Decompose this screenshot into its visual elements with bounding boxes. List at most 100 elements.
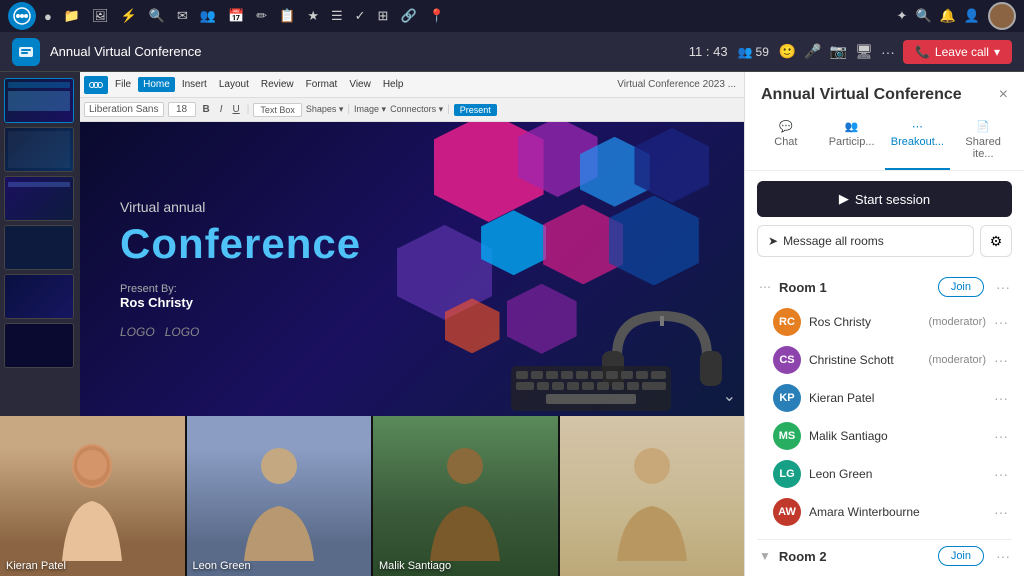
search2-icon[interactable]: 🔍: [915, 8, 931, 24]
participant-role-christine: (moderator): [929, 354, 986, 366]
participant-name-malik: Malik Santiago: [809, 429, 986, 443]
participant-ros-more[interactable]: ···: [994, 314, 1008, 330]
image-icon[interactable]: 🖼: [92, 8, 109, 24]
avatar[interactable]: [988, 2, 1016, 30]
circle-icon[interactable]: ●: [44, 9, 52, 24]
video-label-2: Leon Green: [193, 560, 251, 572]
connectors-btn[interactable]: Connectors ▾: [390, 104, 443, 115]
room-1-more-icon[interactable]: ···: [996, 279, 1010, 295]
presentation-area: File Home Insert Layout Review Format Vi…: [0, 72, 744, 416]
right-panel: Annual Virtual Conference × 💬 Chat 👥 Par…: [744, 72, 1024, 576]
slide-thumb-6[interactable]: [4, 323, 74, 368]
nextcloud-icon: [84, 76, 108, 94]
calendar-icon[interactable]: 📅: [228, 8, 244, 24]
top-bar-icons: ● 📁 🖼 ⚡ 🔍 ✉ 👥 📅 ✏ 📋 ★ ☰ ✓ ⊞ 🔗 📍: [44, 8, 445, 24]
participant-leon-more[interactable]: ···: [994, 466, 1008, 482]
message-all-row: ➤ Message all rooms ⚙: [757, 225, 1012, 257]
menu-layout[interactable]: Layout: [214, 77, 254, 92]
more-btn[interactable]: ···: [881, 44, 895, 60]
sparkle-icon[interactable]: ✦: [897, 8, 908, 24]
mail-icon[interactable]: ✉: [177, 8, 188, 24]
settings-button[interactable]: ⚙: [980, 225, 1012, 257]
slide-thumb-3[interactable]: [4, 176, 74, 221]
location-icon[interactable]: 📍: [429, 8, 445, 24]
user-icon[interactable]: 👤: [964, 8, 980, 24]
menu-file[interactable]: File: [110, 77, 136, 92]
app-logo: [8, 2, 36, 30]
slide-decoration: [379, 122, 744, 416]
participant-count: 👥 59: [738, 45, 769, 59]
participant-malik-more[interactable]: ···: [994, 428, 1008, 444]
call-logo: [12, 38, 40, 66]
menu-view[interactable]: View: [344, 77, 376, 92]
underline-btn[interactable]: U: [230, 103, 243, 116]
list-icon[interactable]: ☰: [331, 8, 343, 24]
emoji-btn[interactable]: 🙂: [779, 43, 796, 60]
slide-main-area: File Home Insert Layout Review Format Vi…: [80, 72, 744, 416]
textbox-btn[interactable]: Text Box: [253, 103, 302, 117]
bell-icon[interactable]: 🔔: [940, 8, 956, 24]
chat-tab-icon: 💬: [779, 120, 793, 133]
avatar-christine-schott: CS: [773, 346, 801, 374]
room-2-join-button[interactable]: Join: [938, 546, 984, 566]
grid-icon[interactable]: ⊞: [378, 8, 389, 24]
avatar-amara-winterbourne: AW: [773, 498, 801, 526]
shapes-btn[interactable]: Shapes ▾: [306, 104, 344, 115]
room-2-more-icon[interactable]: ···: [996, 548, 1010, 564]
menu-review[interactable]: Review: [256, 77, 299, 92]
call-time: 11 : 43: [689, 44, 728, 59]
message-all-button[interactable]: ➤ Message all rooms: [757, 225, 974, 257]
slide-thumb-1[interactable]: [4, 78, 74, 123]
tab-shared[interactable]: 📄 Shared ite...: [950, 112, 1016, 170]
call-bar: Annual Virtual Conference 11 : 43 👥 59 🙂…: [0, 32, 1024, 72]
chevron-down-icon: ▾: [994, 45, 1000, 59]
close-icon[interactable]: ×: [999, 86, 1008, 104]
folder-icon[interactable]: 📁: [64, 8, 80, 24]
slide-thumb-4[interactable]: [4, 225, 74, 270]
bold-btn[interactable]: B: [200, 103, 213, 116]
slide-thumb-2[interactable]: [4, 127, 74, 172]
participant-amara-more[interactable]: ···: [994, 504, 1008, 520]
video-tile-3: Malik Santiago: [373, 416, 558, 576]
screen-btn[interactable]: 🖥: [855, 43, 873, 60]
font-name[interactable]: Liberation Sans: [84, 102, 164, 117]
menu-format[interactable]: Format: [301, 77, 343, 92]
tab-breakout[interactable]: ⋯ Breakout...: [885, 112, 951, 170]
image-btn[interactable]: Image ▾: [354, 104, 386, 115]
menu-insert[interactable]: Insert: [177, 77, 212, 92]
camera-btn[interactable]: 📷: [830, 43, 847, 60]
font-size[interactable]: 18: [168, 102, 196, 117]
slide-thumb-5[interactable]: [4, 274, 74, 319]
pencil-icon[interactable]: ✏: [256, 8, 267, 24]
menu-help[interactable]: Help: [378, 77, 409, 92]
hex-shape-4: [634, 128, 709, 203]
mic-btn[interactable]: 🎤: [804, 43, 821, 60]
breakout-tab-icon: ⋯: [912, 120, 923, 133]
italic-btn[interactable]: I: [217, 103, 226, 116]
video-tile-1: Kieran Patel: [0, 416, 185, 576]
main-layout: File Home Insert Layout Review Format Vi…: [0, 72, 1024, 576]
search-icon[interactable]: 🔍: [149, 8, 165, 24]
room-1-join-button[interactable]: Join: [938, 277, 984, 297]
person-silhouette-4: [612, 431, 692, 561]
start-session-button[interactable]: ▶ Start session: [757, 181, 1012, 217]
leave-call-button[interactable]: 📞 Leave call ▾: [903, 40, 1012, 64]
link-icon[interactable]: 🔗: [400, 8, 416, 24]
clipboard-icon[interactable]: 📋: [279, 8, 295, 24]
present-btn[interactable]: Present: [454, 104, 497, 116]
lightning-icon[interactable]: ⚡: [121, 8, 137, 24]
room-2-chevron-icon[interactable]: ▼: [759, 549, 771, 563]
participants-tab-icon: 👥: [845, 120, 859, 133]
participant-kieran-more[interactable]: ···: [994, 390, 1008, 406]
star-icon[interactable]: ★: [307, 8, 319, 24]
menu-home[interactable]: Home: [138, 77, 175, 92]
participant-christine-more[interactable]: ···: [994, 352, 1008, 368]
tab-participants[interactable]: 👥 Particip...: [819, 112, 885, 170]
video-tile-4: [560, 416, 745, 576]
tab-chat[interactable]: 💬 Chat: [753, 112, 819, 170]
video-bg-1: [0, 416, 185, 576]
file-name: Virtual Conference 2023 ...: [617, 79, 736, 90]
people-icon[interactable]: 👥: [200, 8, 216, 24]
expand-icon[interactable]: ⌄: [723, 386, 736, 406]
check-icon[interactable]: ✓: [355, 8, 366, 24]
